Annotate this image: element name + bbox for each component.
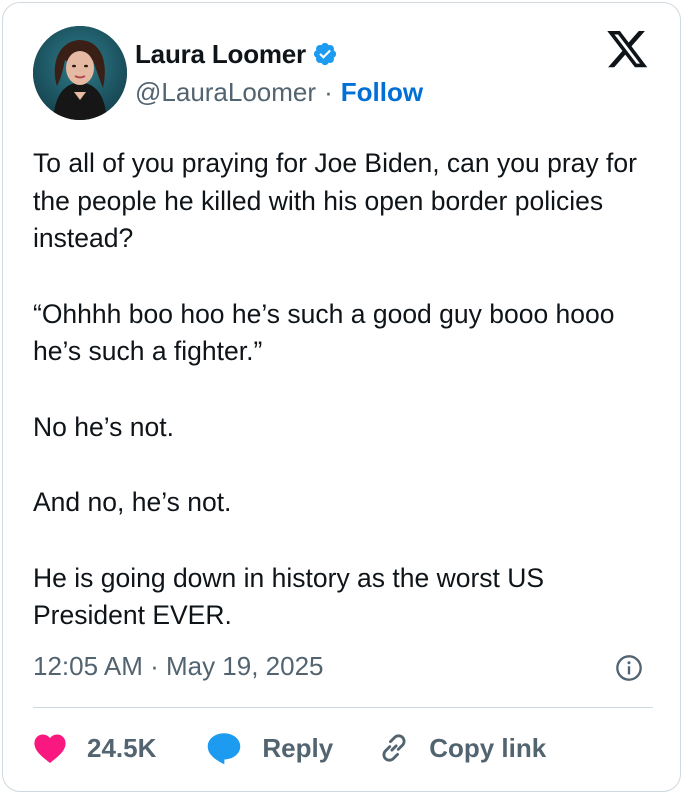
tweet-paragraph: No he’s not.: [33, 411, 174, 442]
tweet-paragraph: “Ohhhh boo hoo he’s such a good guy booo…: [33, 298, 615, 367]
follow-button[interactable]: Follow: [341, 77, 423, 108]
x-logo-icon[interactable]: [607, 31, 649, 69]
action-bar: 24.5K Reply Copy link: [33, 727, 546, 769]
tweet-body: To all of you praying for Joe Biden, can…: [33, 145, 663, 673]
reply-label: Reply: [262, 732, 334, 763]
separator: ·: [324, 77, 333, 107]
link-icon: [377, 731, 411, 765]
author-handle[interactable]: @LauraLoomer: [135, 77, 316, 108]
like-button[interactable]: 24.5K: [33, 732, 156, 764]
avatar[interactable]: [33, 26, 127, 120]
tweet-timestamp[interactable]: 12:05 AM · May 19, 2025: [33, 651, 324, 682]
heart-icon: [33, 732, 67, 764]
copy-link-button[interactable]: Copy link: [377, 731, 546, 765]
tweet-paragraph: To all of you praying for Joe Biden, can…: [33, 148, 637, 253]
info-icon[interactable]: [615, 654, 643, 682]
verified-badge-icon: [312, 41, 338, 67]
tweet-paragraph: He is going down in history as the worst…: [33, 562, 545, 631]
speech-bubble-icon: [206, 731, 242, 765]
handle-row: @LauraLoomer · Follow: [135, 77, 423, 108]
author-name[interactable]: Laura Loomer: [135, 39, 306, 70]
tweet-card: Laura Loomer @LauraLoomer · Follow To al…: [2, 2, 681, 792]
avatar-image: [33, 26, 127, 120]
reply-button[interactable]: Reply: [206, 731, 333, 765]
like-count: 24.5K: [87, 732, 157, 763]
copy-link-label: Copy link: [429, 732, 547, 763]
author-name-row: Laura Loomer: [135, 37, 338, 71]
divider: [33, 707, 653, 708]
tweet-paragraph: And no, he’s not.: [33, 487, 232, 517]
